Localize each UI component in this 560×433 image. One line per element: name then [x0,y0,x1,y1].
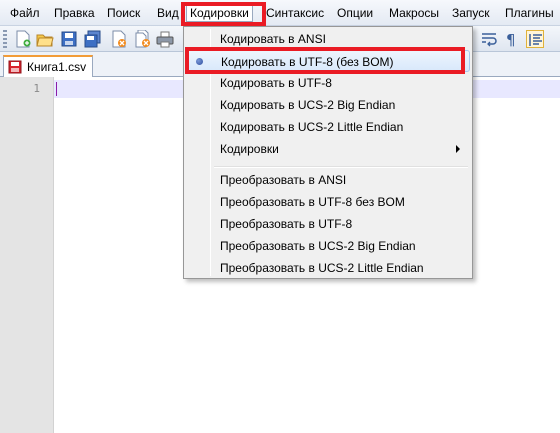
menu-item-label: Преобразовать в UTF-8 [220,217,353,231]
line-number: 1 [33,82,40,95]
text-caret [56,82,57,96]
menu-item-label: Кодировать в UTF-8 [220,76,332,90]
close-icon[interactable] [110,30,128,48]
line-number-gutter: 1 [0,77,54,433]
menu-syntax[interactable]: Синтаксис [266,5,324,21]
menu-separator [214,166,468,168]
menu-encoding[interactable]: Кодировки [186,4,253,22]
menu-item-label: Кодировать в ANSI [220,32,326,46]
menu-item-encode-ucs2-be[interactable]: Кодировать в UCS-2 Big Endian [186,94,470,116]
menu-edit[interactable]: Правка [54,5,95,21]
save-all-icon[interactable] [84,30,102,48]
svg-text:¶: ¶ [506,31,516,48]
menu-item-label: Кодировать в UTF-8 (без BOM) [221,55,394,69]
menu-item-encode-utf8[interactable]: Кодировать в UTF-8 [186,72,470,94]
indent-guide-icon[interactable] [526,30,544,48]
radio-bullet-icon [196,58,203,65]
toolbar-grip[interactable] [3,30,7,48]
word-wrap-icon[interactable] [480,30,498,48]
menu-item-label: Кодировать в UCS-2 Big Endian [220,98,396,112]
menu-item-convert-utf8[interactable]: Преобразовать в UTF-8 [186,213,470,235]
menu-options[interactable]: Опции [337,5,373,21]
open-file-icon[interactable] [36,30,54,48]
save-icon[interactable] [60,30,78,48]
menu-search[interactable]: Поиск [107,5,140,21]
menu-macros[interactable]: Макросы [389,5,439,21]
menu-item-label: Преобразовать в UCS-2 Little Endian [220,261,424,275]
menu-item-convert-ansi[interactable]: Преобразовать в ANSI [186,169,470,191]
menu-item-label: Преобразовать в UCS-2 Big Endian [220,239,416,253]
menu-item-label: Преобразовать в ANSI [220,173,347,187]
file-unsaved-icon [8,60,22,74]
encoding-dropdown-menu: Кодировать в ANSI Кодировать в UTF-8 (бе… [183,26,473,279]
menu-file[interactable]: Файл [10,5,40,21]
close-all-icon[interactable] [134,29,152,48]
submenu-arrow-icon [456,145,460,153]
menu-item-convert-ucs2-le[interactable]: Преобразовать в UCS-2 Little Endian [186,257,470,279]
menu-bar: Файл Правка Поиск Вид Кодировки Синтакси… [0,0,560,26]
menu-item-label: Кодировать в UCS-2 Little Endian [220,120,404,134]
menu-item-encodings-submenu[interactable]: Кодировки [186,138,470,160]
menu-item-convert-ucs2-be[interactable]: Преобразовать в UCS-2 Big Endian [186,235,470,257]
tab-label: Книга1.csv [27,60,87,74]
menu-plugins[interactable]: Плагины [505,5,554,21]
menu-item-label: Кодировки [220,142,279,156]
menu-view[interactable]: Вид [157,5,179,21]
menu-item-convert-utf8-no-bom[interactable]: Преобразовать в UTF-8 без BOM [186,191,470,213]
show-all-characters-icon[interactable]: ¶ [502,30,520,49]
menu-item-encode-ansi[interactable]: Кодировать в ANSI [186,28,470,50]
menu-item-encode-utf8-no-bom[interactable]: Кодировать в UTF-8 (без BOM) [186,50,470,72]
tab-kniga1-csv[interactable]: Книга1.csv [3,55,93,77]
menu-item-label: Преобразовать в UTF-8 без BOM [220,195,405,209]
print-icon[interactable] [156,30,174,48]
new-file-icon[interactable] [14,30,32,48]
menu-item-encode-ucs2-le[interactable]: Кодировать в UCS-2 Little Endian [186,116,470,138]
menu-run[interactable]: Запуск [452,5,490,21]
